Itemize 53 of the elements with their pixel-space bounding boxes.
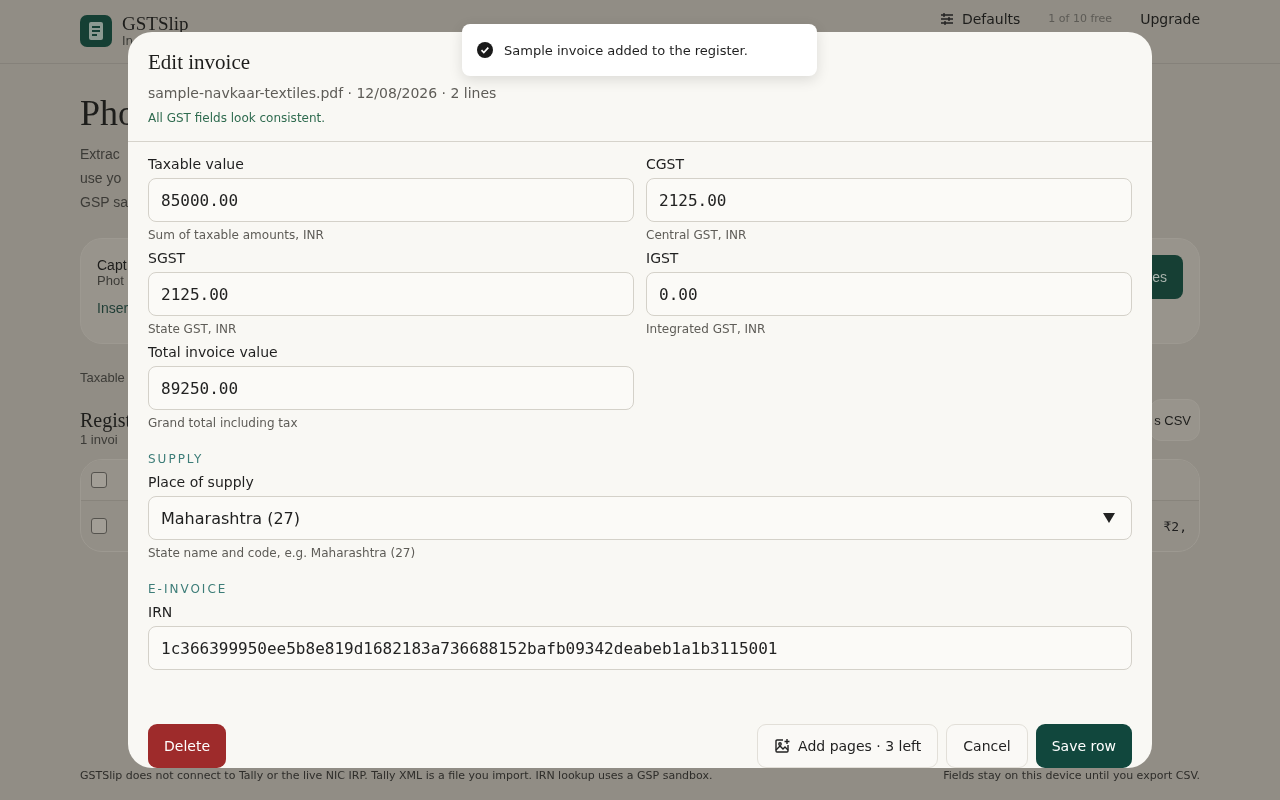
field-hint: Central GST, INR [646, 228, 748, 242]
defaults-link[interactable]: Defaults [939, 10, 1021, 27]
caret-icon [1103, 513, 1115, 523]
save-button[interactable]: Save row [1035, 724, 1132, 768]
cancel-button[interactable]: Cancel [946, 724, 1028, 768]
input-field[interactable]: 2125.00 [646, 178, 1132, 222]
footer-note: Fields stay on this device until you export CSV. [943, 769, 1200, 782]
intro-text: Extrac [80, 145, 120, 164]
toast-message: Sample invoice added to the register. [504, 42, 748, 58]
field-label: CGST [646, 156, 686, 172]
field-label: Taxable value [148, 156, 245, 172]
field-hint: Integrated GST, INR [646, 322, 767, 336]
sliders-icon [939, 11, 954, 26]
input-field[interactable]: 85000.00 [148, 178, 634, 222]
totals-text: Taxable [80, 370, 125, 385]
field-hint: Sum of taxable amounts, INR [148, 228, 325, 242]
input-field[interactable]: 0.00 [646, 272, 1132, 316]
add-pages-button[interactable]: Add pages · 3 left [757, 724, 939, 768]
field-label: IGST [646, 250, 680, 266]
field-label: SGST [148, 250, 187, 266]
field-label: IRN [148, 604, 174, 620]
invoice-count: 1 invoi [80, 432, 119, 447]
input-field[interactable]: 89250.00 [148, 366, 634, 410]
export-csv-button[interactable]: s CSV [1149, 399, 1200, 441]
upgrade-link[interactable]: Upgrade [1140, 10, 1200, 27]
card-title: Capt [97, 257, 128, 273]
insert-link[interactable]: Inser [97, 300, 129, 316]
section-heading: E-INVOICE [148, 582, 229, 596]
input-field[interactable]: 2125.00 [148, 272, 634, 316]
intro-text: use yo [80, 169, 122, 188]
field-label: Place of supply [148, 474, 255, 490]
checkbox[interactable] [91, 472, 107, 488]
intro-text: GSP sa [80, 193, 128, 212]
place-of-supply-select[interactable]: Maharashtra (27) [148, 496, 1132, 540]
check-circle-icon [476, 41, 494, 59]
checkbox[interactable] [91, 518, 107, 534]
input-field[interactable]: 1c366399950ee5b8e819d1682183a736688152bafb09342deabeb1a1b3115001 [148, 626, 1132, 670]
field-hint: State GST, INR [148, 322, 238, 336]
amount-cell: ₹2, [1163, 518, 1187, 534]
file-meta: sample-navkaar-textiles.pdf · 12/08/2026 · 2 lines [148, 85, 498, 101]
delete-button[interactable]: Delete [148, 724, 226, 768]
logo-icon [80, 14, 112, 47]
field-hint: Grand total including tax [148, 416, 299, 430]
dialog-title: Edit invoice [148, 50, 251, 75]
add-image-icon [774, 738, 791, 754]
section-heading: SUPPLY [148, 452, 205, 466]
field-label: Total invoice value [148, 344, 279, 360]
app-subtitle: In [122, 33, 135, 48]
card-subtitle: Phot [97, 273, 125, 288]
app-name: GSTSlip [122, 13, 189, 34]
footer-note: GSTSlip does not connect to Tally or the live NIC IRP. Tally XML is a file you import. IRN lookup uses a GSP sandbox. [80, 769, 713, 782]
status-message: All GST fields look consistent. [148, 111, 327, 125]
field-hint: State name and code, e.g. Maharashtra (27) [148, 546, 417, 560]
